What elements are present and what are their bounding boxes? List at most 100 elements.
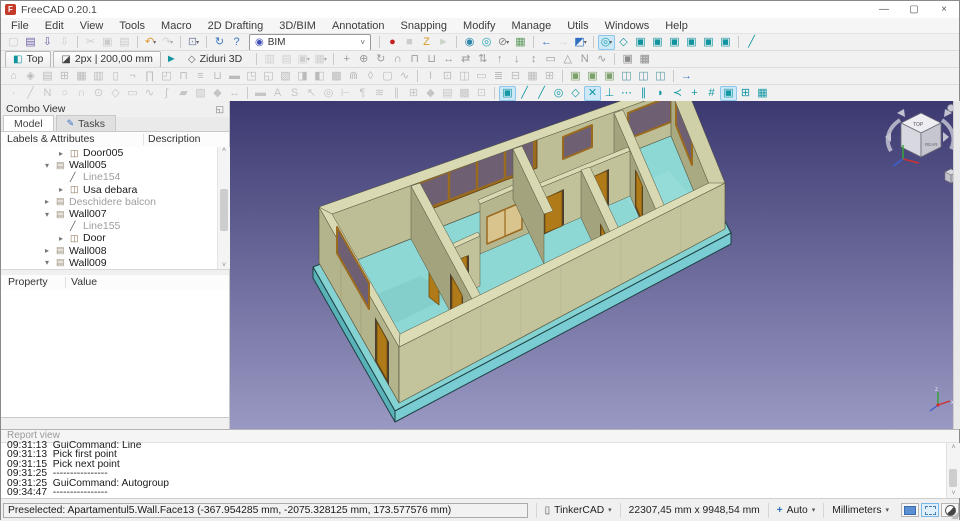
bim-beam-icon[interactable]: ∏ [141, 69, 158, 84]
move-icon[interactable]: + [338, 52, 355, 67]
line-style-button[interactable]: ◪ 2px | 200,00 mm [53, 51, 161, 67]
bim-stairs-icon[interactable]: ⋒ [345, 69, 362, 84]
tree-item-wall009[interactable]: ▾ ▤ Wall009 [1, 257, 217, 269]
annotation-section-icon[interactable]: ≋ [371, 86, 388, 101]
save-icon[interactable]: ⇩ [39, 35, 56, 50]
snap-perpendicular-icon[interactable]: ⊥ [601, 86, 618, 101]
scroll-up-icon[interactable]: ˄ [947, 444, 960, 451]
scale-icon[interactable]: ↕ [525, 52, 542, 67]
bim-truss-icon[interactable]: ▧ [277, 69, 294, 84]
snap-dimensions-icon[interactable]: ⊞ [737, 86, 754, 101]
zoom-region-icon[interactable]: ◎ ▾ [598, 34, 615, 50]
annotation-marker-icon[interactable]: ◆ [422, 86, 439, 101]
view-bottom-icon[interactable]: ▣ [700, 35, 717, 50]
move-to-group-icon[interactable]: ▦ ▾ [312, 52, 329, 67]
annotation-shape-text-icon[interactable]: S [286, 86, 303, 101]
bim-drawing-view-icon[interactable]: ▭ [473, 69, 490, 84]
refresh-icon[interactable]: ↻ [211, 35, 228, 50]
menu-help[interactable]: Help [657, 19, 696, 33]
snap-ortho-icon[interactable]: + [686, 86, 703, 101]
bim-layers-icon[interactable]: ▦ [524, 69, 541, 84]
model-tree[interactable]: ▸ ◫ Door005 ▾ ▤ Wall005 ╱ Line154 ▸ ◫ Usa debara ▸ ▤… [1, 147, 217, 269]
upgrade-icon[interactable]: ↑ [491, 52, 508, 67]
draft-polygon-icon[interactable]: ◇ [107, 86, 124, 101]
rotate-icon[interactable]: ↻ [372, 52, 389, 67]
menu-file[interactable]: File [3, 19, 37, 33]
zoom-fit-icon[interactable]: ◉ [461, 35, 478, 50]
menu-macro[interactable]: Macro [153, 19, 200, 33]
macro-edit-icon[interactable]: Z [418, 35, 435, 50]
chevron-down-icon[interactable]: ▾ [45, 161, 56, 170]
subelement-icon[interactable]: △ [559, 52, 576, 67]
bim-pipe-icon[interactable]: ◧ [311, 69, 328, 84]
extend-icon[interactable]: ⊔ [423, 52, 440, 67]
bim-equipment-icon[interactable]: ◨ [294, 69, 311, 84]
menu-annotation[interactable]: Annotation [324, 19, 393, 33]
draft-dimension-icon[interactable]: ↔ [226, 86, 243, 101]
bim-group-icon[interactable]: ◫ [635, 69, 652, 84]
macro-stop-icon[interactable]: ■ [401, 35, 418, 50]
bim-curtain-wall-icon[interactable]: ▯ [107, 69, 124, 84]
cut-icon[interactable]: ✂ [82, 35, 99, 50]
draft-to-sketch-icon[interactable]: ∿ [593, 52, 610, 67]
clone-icon[interactable]: ▣ ▾ [295, 52, 312, 67]
ifc-import-icon[interactable]: ▣ [567, 69, 584, 84]
annotation-axis-system-icon[interactable]: ⊢ [337, 86, 354, 101]
paste-icon[interactable]: ▤ [116, 35, 133, 50]
downgrade-icon[interactable]: ↓ [508, 52, 525, 67]
view-preset-button[interactable]: ◧ Top [5, 51, 52, 67]
bim-clone-icon[interactable]: ◫ [618, 69, 635, 84]
bim-dimension-icon[interactable]: ⊡ [439, 69, 456, 84]
menu-view[interactable]: View [72, 19, 112, 33]
view-right-icon[interactable]: ▣ [666, 35, 683, 50]
measure-icon[interactable]: ╱ [743, 35, 760, 50]
menu-2d-drafting[interactable]: 2D Drafting [200, 19, 272, 33]
edit-icon[interactable]: ▭ [542, 52, 559, 67]
bim-panel-icon[interactable]: ▬ [226, 69, 243, 84]
snap-working-plane-icon[interactable]: ▣ [720, 85, 737, 101]
draft-bspline-icon[interactable]: ∿ [141, 86, 158, 101]
texture-icon[interactable]: ▦ [512, 35, 529, 50]
macro-play-icon[interactable]: ► [435, 35, 452, 50]
toggle-grid-icon[interactable]: ▦ [754, 86, 771, 101]
copy-icon[interactable]: ▣ [99, 35, 116, 50]
toggle-construction-icon[interactable]: ▦ [636, 52, 653, 67]
chevron-right-icon[interactable]: ▸ [59, 185, 70, 194]
add-construction-icon[interactable]: ▣ [619, 52, 636, 67]
view-front-icon[interactable]: ▣ [632, 35, 649, 50]
draw-style-icon[interactable]: ⊘ ▾ [495, 35, 512, 50]
tab-tasks[interactable]: ✎ Tasks [55, 115, 116, 131]
chevron-right-icon[interactable]: ▸ [59, 149, 70, 158]
view-axonometric-icon[interactable]: ◇ [615, 35, 632, 50]
ifc-sync-icon[interactable]: ▣ [601, 69, 618, 84]
bim-sketch-icon[interactable]: ∿ [396, 69, 413, 84]
draft-bezier-icon[interactable]: ∫ [158, 86, 175, 101]
snap-grid-icon[interactable]: # [703, 86, 720, 101]
bim-level-icon[interactable]: ⊞ [56, 69, 73, 84]
tree-item-wall008[interactable]: ▸ ▤ Wall008 [1, 245, 217, 257]
stretch-icon[interactable]: ↔ [440, 52, 457, 67]
chevron-down-icon[interactable]: ▾ [45, 210, 56, 219]
nav-back-icon[interactable]: ← [538, 35, 555, 50]
scrollbar-thumb[interactable] [949, 469, 957, 487]
annotation-hatch-icon[interactable]: ▩ [456, 86, 473, 101]
menu-tools[interactable]: Tools [111, 19, 153, 33]
bim-space-icon[interactable]: ▦ [73, 69, 90, 84]
offset-icon[interactable]: ∩ [389, 52, 406, 67]
viewport-3d[interactable]: TOP REAR z x [230, 101, 953, 429]
draft-facebinder-icon[interactable]: ▰ [175, 86, 192, 101]
bim-section-plane-icon[interactable]: ◫ [456, 69, 473, 84]
menu-snapping[interactable]: Snapping [393, 19, 456, 33]
tree-item-line155[interactable]: ╱ Line155 [1, 220, 217, 232]
snap-midpoint-icon[interactable]: ╱ [533, 86, 550, 101]
scroll-down-icon[interactable]: ˅ [218, 262, 230, 269]
annotation-window-icon[interactable]: ⊞ [405, 86, 422, 101]
chevron-right-icon[interactable]: ▸ [59, 234, 70, 243]
bim-slab-icon[interactable]: ◰ [158, 69, 175, 84]
draft-label-icon[interactable]: ◆ [209, 86, 226, 101]
menu-edit[interactable]: Edit [37, 19, 72, 33]
menu-3d-bim[interactable]: 3D/BIM [271, 19, 324, 33]
snap-parallel-icon[interactable]: ∥ [635, 86, 652, 101]
edit-mode-icon[interactable]: ⊡ ▾ [185, 35, 202, 50]
annotation-frame-icon[interactable]: ⊡ [473, 86, 490, 101]
